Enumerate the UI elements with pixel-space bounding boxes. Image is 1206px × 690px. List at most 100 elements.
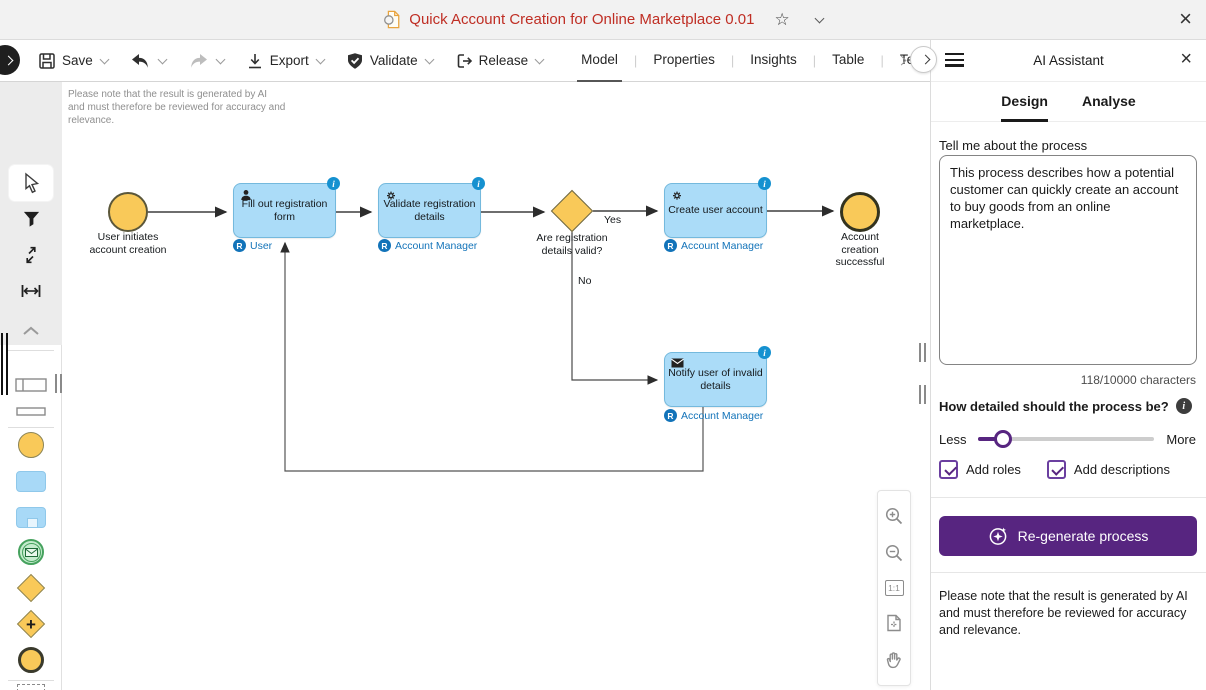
end-event-node[interactable] (840, 192, 880, 232)
flow-label-yes: Yes (604, 214, 621, 226)
save-floppy-icon (38, 52, 56, 70)
export-button[interactable]: Export (246, 52, 324, 70)
validate-chevron-icon[interactable] (424, 55, 434, 65)
palette-lane-shape[interactable] (9, 393, 53, 429)
sequence-flows-layer (62, 82, 930, 690)
process-document-icon (383, 10, 401, 29)
start-event-node[interactable] (108, 192, 148, 232)
pan-hand-icon[interactable] (884, 650, 904, 670)
task-role[interactable]: R Account Manager (664, 239, 763, 252)
window-close-icon[interactable]: × (1179, 7, 1192, 31)
flow-label-no: No (578, 275, 591, 287)
tab-separator: | (880, 53, 883, 68)
task-role[interactable]: R Account Manager (664, 409, 763, 422)
validate-button[interactable]: Validate (346, 52, 433, 70)
send-message-icon (671, 358, 684, 368)
detail-info-icon[interactable]: i (1176, 398, 1192, 414)
tab-model[interactable]: Model (577, 40, 622, 82)
diagram-canvas[interactable]: Please note that the result is generated… (62, 82, 930, 690)
redo-button[interactable] (188, 52, 224, 70)
task-validate-registration-details[interactable]: Validate registration details i (378, 183, 481, 238)
add-roles-checkbox[interactable] (939, 460, 958, 479)
role-badge-icon: R (378, 239, 391, 252)
gateway-label: Are registration details valid? (527, 232, 617, 257)
task-role[interactable]: R Account Manager (378, 239, 477, 252)
prompt-label: Tell me about the process (939, 138, 1196, 153)
filter-tool[interactable] (9, 201, 53, 237)
add-descriptions-option[interactable]: Add descriptions (1047, 460, 1170, 479)
process-description-input[interactable]: This process describes how a potential c… (939, 155, 1197, 365)
connect-tool[interactable] (9, 237, 53, 273)
role-badge-icon: R (233, 239, 246, 252)
hamburger-menu-icon[interactable] (945, 53, 964, 67)
zoom-in-icon[interactable] (884, 506, 904, 526)
editor-toolbar: Save Export (0, 40, 930, 82)
connection-arrows-icon (21, 245, 41, 265)
ai-panel-header: AI Assistant × (931, 40, 1206, 82)
ai-assistant-panel: AI Assistant × Design Analyse Tell me ab… (930, 40, 1206, 690)
palette-gateway[interactable] (9, 570, 53, 606)
service-gear-icon (671, 189, 684, 202)
zoom-out-icon[interactable] (884, 543, 904, 563)
left-resize-grip[interactable] (1, 333, 9, 395)
space-tool-icon (20, 283, 42, 299)
info-badge-icon[interactable]: i (758, 346, 771, 359)
palette-task[interactable] (9, 463, 53, 499)
task-fill-registration-form[interactable]: Fill out registration form i (233, 183, 336, 238)
collapse-ai-panel-button[interactable] (910, 46, 937, 73)
release-icon (455, 52, 473, 70)
canvas-right-resize-grip[interactable] (919, 385, 926, 404)
favorite-star-icon[interactable]: ☆ (774, 10, 789, 30)
palette-subprocess[interactable] (9, 499, 53, 535)
tab-analyse[interactable]: Analyse (1082, 82, 1136, 122)
palette-end-event[interactable] (9, 642, 53, 678)
palette-parallel-gateway[interactable]: + (9, 606, 53, 642)
export-label: Export (270, 53, 309, 68)
palette-start-event[interactable] (9, 427, 53, 463)
palette-group[interactable] (9, 680, 53, 690)
ai-panel-disclaimer: Please note that the result is generated… (939, 588, 1196, 639)
add-descriptions-checkbox[interactable] (1047, 460, 1066, 479)
palette-message-event[interactable] (9, 534, 53, 570)
validate-label: Validate (370, 53, 418, 68)
slider-more-label: More (1166, 432, 1196, 447)
slider-handle[interactable] (994, 430, 1012, 448)
info-badge-icon[interactable]: i (758, 177, 771, 190)
space-tool[interactable] (9, 273, 53, 309)
filter-funnel-icon (22, 210, 41, 228)
release-button[interactable]: Release (455, 52, 544, 70)
panel-divider (931, 497, 1206, 498)
task-notify-invalid-details[interactable]: Notify user of invalid details i (664, 352, 767, 407)
task-role[interactable]: R User (233, 239, 272, 252)
redo-chevron-icon[interactable] (215, 55, 225, 65)
tab-design[interactable]: Design (1001, 82, 1048, 122)
undo-chevron-icon[interactable] (157, 55, 167, 65)
flow-notify-back-to-fill-form[interactable] (285, 243, 703, 471)
zoom-actual-size-button[interactable]: 1:1 (885, 580, 904, 596)
palette-resize-grip[interactable] (55, 374, 62, 393)
regenerate-process-button[interactable]: Re-generate process (939, 516, 1197, 556)
export-chevron-icon[interactable] (315, 55, 325, 65)
info-badge-icon[interactable]: i (472, 177, 485, 190)
title-dropdown-chevron-icon[interactable] (814, 13, 824, 23)
fit-to-page-icon[interactable] (884, 613, 904, 633)
tab-separator: | (634, 53, 637, 68)
palette-scroll-up[interactable] (9, 313, 53, 349)
save-chevron-icon[interactable] (99, 55, 109, 65)
canvas-right-resize-grip[interactable] (919, 343, 926, 362)
undo-button[interactable] (130, 52, 166, 70)
release-chevron-icon[interactable] (535, 55, 545, 65)
detail-question-label: How detailed should the process be? (939, 399, 1169, 414)
document-title-group[interactable]: Quick Account Creation for Online Market… (383, 10, 822, 30)
select-tool[interactable] (9, 165, 53, 201)
tab-table[interactable]: Table (828, 40, 868, 82)
tab-insights[interactable]: Insights (746, 40, 801, 82)
ai-panel-close-icon[interactable]: × (1180, 48, 1192, 71)
info-badge-icon[interactable]: i (327, 177, 340, 190)
task-create-user-account[interactable]: Create user account i (664, 183, 767, 238)
tab-properties[interactable]: Properties (649, 40, 719, 82)
detail-slider[interactable] (978, 437, 1154, 441)
save-button[interactable]: Save (38, 52, 108, 70)
add-roles-option[interactable]: Add roles (939, 460, 1021, 479)
page-title: Quick Account Creation for Online Market… (409, 11, 754, 28)
